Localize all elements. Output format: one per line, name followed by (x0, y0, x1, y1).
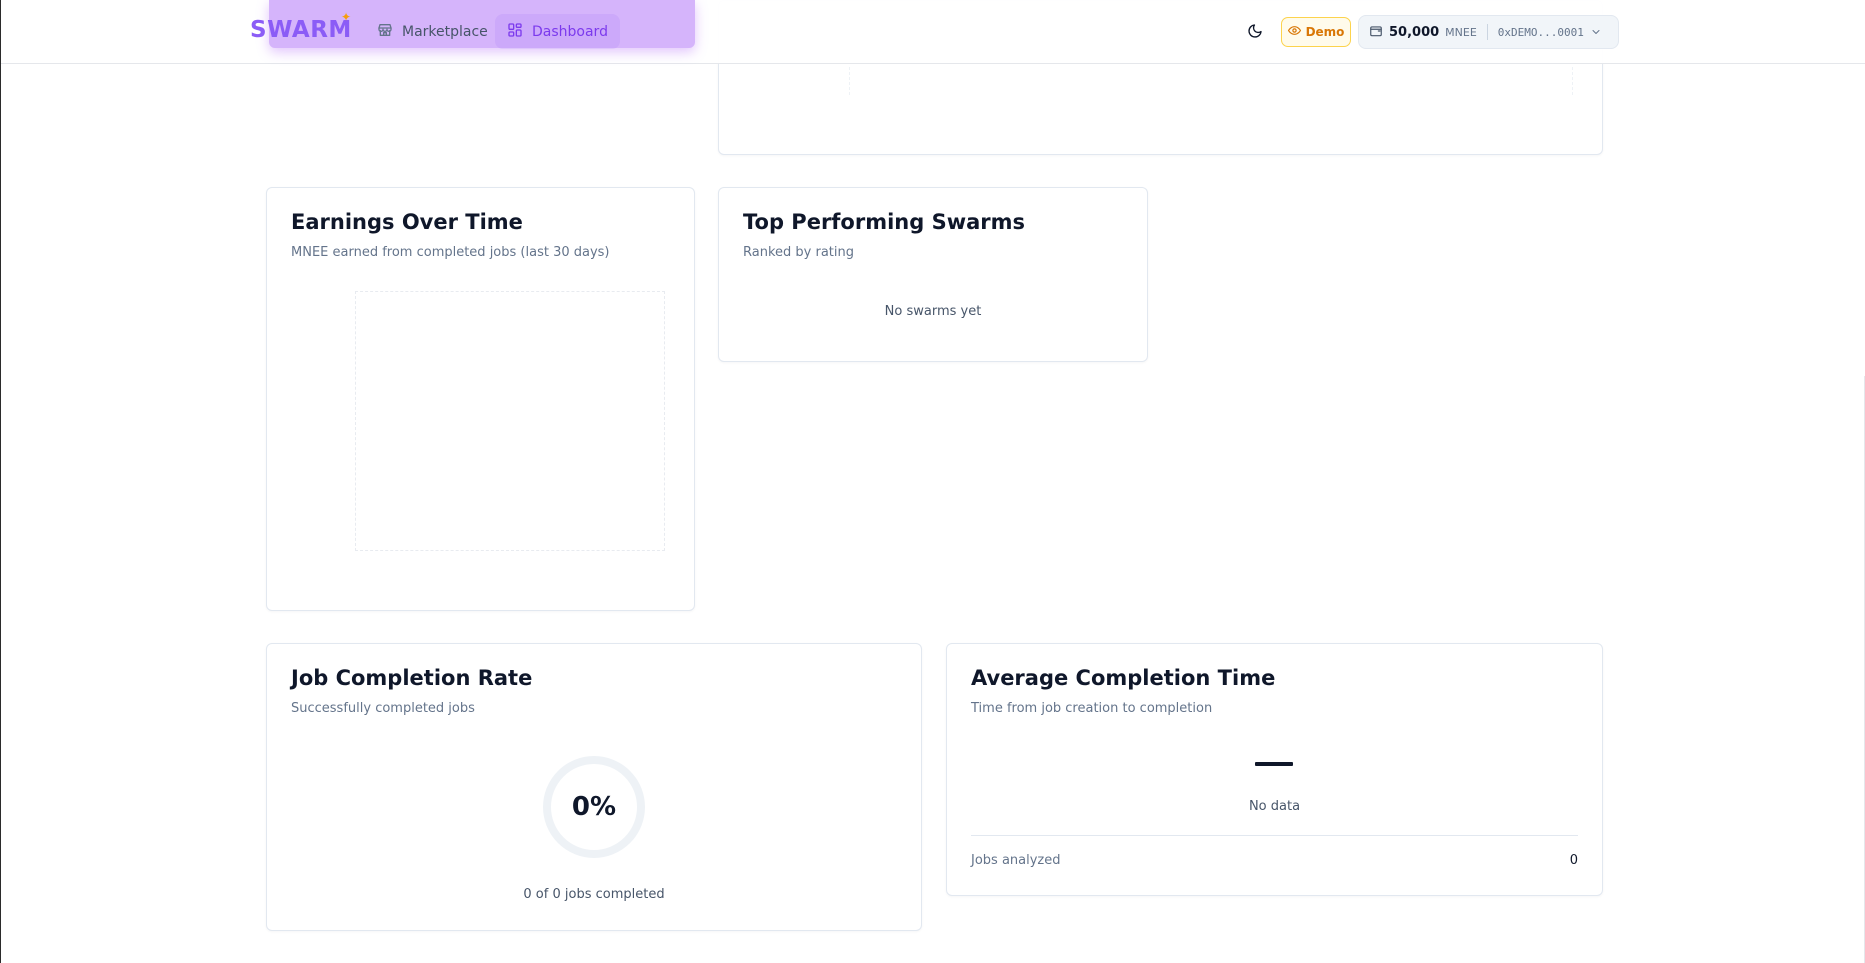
wallet-balance: 50,000 (1389, 24, 1440, 40)
eye-icon (1287, 24, 1301, 40)
window-left-edge (0, 0, 1, 963)
wallet-divider (1486, 24, 1488, 40)
earnings-over-time-card: Earnings Over Time MNEE earned from comp… (266, 187, 695, 611)
no-data-text: No data (1248, 799, 1301, 814)
completion-caption: 0 of 0 jobs completed (523, 887, 665, 902)
card-title: Average Completion Time (971, 666, 1276, 690)
nav-dashboard-label: Dashboard (532, 23, 608, 40)
wallet-unit: MNEE (1445, 25, 1477, 39)
completion-progress-ring: 0% (543, 756, 645, 858)
jobs-analyzed-label: Jobs analyzed (971, 853, 1061, 868)
demo-label: Demo (1305, 25, 1345, 39)
wallet-icon (1369, 23, 1383, 42)
card-subtitle: MNEE earned from completed jobs (last 30… (291, 245, 610, 260)
sparkle-icon: ✦ (341, 10, 352, 24)
job-completion-rate-card: Job Completion Rate Successfully complet… (266, 643, 922, 931)
swarm-logo[interactable]: SWARM (250, 17, 352, 43)
theme-toggle-button[interactable] (1243, 21, 1267, 45)
wallet-dropdown-button[interactable]: 50,000 MNEE 0xDEMO...0001 (1358, 15, 1619, 49)
average-time-value (1255, 762, 1293, 766)
completion-percentage: 0% (571, 792, 617, 822)
jobs-analyzed-value: 0 (1569, 853, 1578, 868)
top-performing-swarms-card: Top Performing Swarms Ranked by rating N… (718, 187, 1148, 362)
card-subtitle: Successfully completed jobs (291, 701, 475, 716)
card-subtitle: Time from job creation to completion (971, 701, 1213, 716)
card-subtitle: Ranked by rating (743, 245, 854, 260)
moon-icon (1247, 23, 1263, 43)
chart-plot-area (849, 67, 1573, 95)
nav-dashboard[interactable]: Dashboard (495, 14, 620, 49)
card-title: Top Performing Swarms (743, 210, 1026, 234)
card-title: Earnings Over Time (291, 210, 523, 234)
nav-marketplace[interactable]: Marketplace (365, 14, 500, 49)
demo-mode-badge[interactable]: Demo (1281, 17, 1351, 47)
empty-state-text: No swarms yet (884, 304, 982, 319)
dashboard-grid-icon (507, 22, 523, 42)
average-completion-time-card: Average Completion Time Time from job cr… (946, 643, 1603, 896)
card-title: Job Completion Rate (291, 666, 533, 690)
nav-marketplace-label: Marketplace (402, 23, 488, 40)
earnings-chart-plot-area (355, 291, 665, 551)
top-navigation-bar: SWARM ✦ Marketplace Dashboard Demo 50,00… (1, 0, 1865, 64)
wallet-address: 0xDEMO...0001 (1497, 25, 1584, 39)
chevron-down-icon (1590, 23, 1602, 42)
store-icon (377, 22, 393, 42)
divider (971, 835, 1578, 836)
